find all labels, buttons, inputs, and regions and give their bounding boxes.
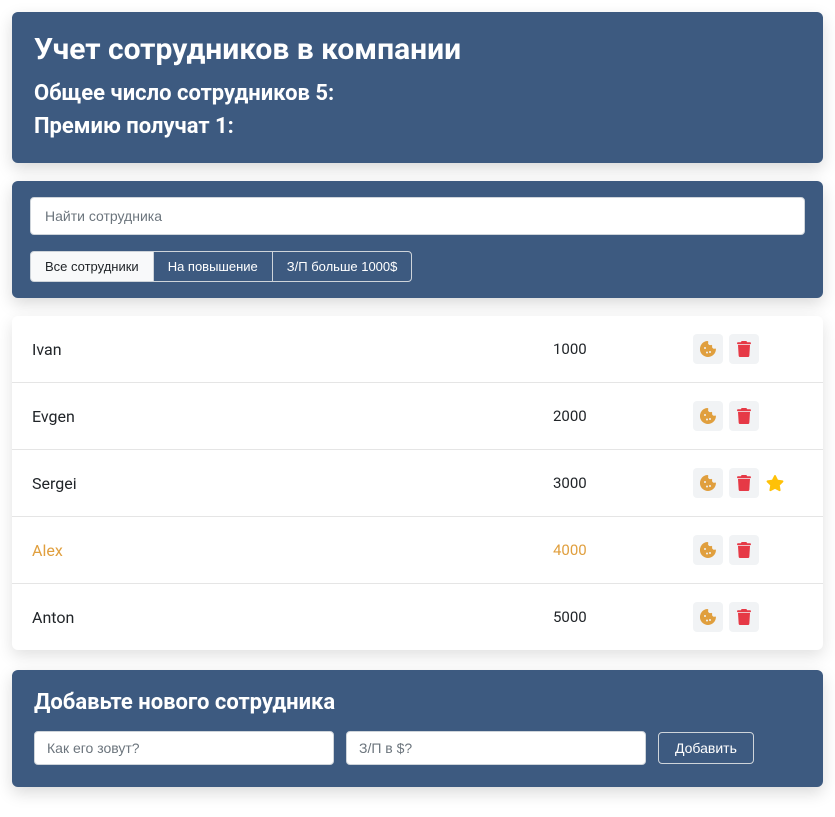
app-title: Учет сотрудников в компании bbox=[34, 32, 801, 67]
employee-actions bbox=[693, 334, 803, 364]
filter-button-1[interactable]: На повышение bbox=[153, 251, 273, 282]
add-employee-title: Добавьте нового сотрудника bbox=[34, 690, 801, 715]
rise-star bbox=[765, 473, 785, 493]
delete-button[interactable] bbox=[729, 334, 759, 364]
add-salary-input[interactable] bbox=[346, 731, 646, 765]
add-name-input[interactable] bbox=[34, 731, 334, 765]
search-input[interactable] bbox=[30, 197, 805, 235]
employee-row: Ivan1000 bbox=[12, 316, 823, 383]
increase-button[interactable] bbox=[693, 334, 723, 364]
employee-name[interactable]: Ivan bbox=[32, 340, 553, 359]
filter-button-2[interactable]: З/П больше 1000$ bbox=[272, 251, 413, 282]
employee-name[interactable]: Alex bbox=[32, 541, 553, 560]
star-icon bbox=[766, 474, 784, 492]
rise-star bbox=[765, 406, 785, 426]
filter-button-0[interactable]: Все сотрудники bbox=[30, 251, 154, 282]
delete-button[interactable] bbox=[729, 602, 759, 632]
trash-icon bbox=[736, 542, 752, 558]
increase-button[interactable] bbox=[693, 602, 723, 632]
employee-name[interactable]: Sergei bbox=[32, 474, 553, 493]
add-submit-button[interactable]: Добавить bbox=[658, 732, 754, 764]
search-panel: Все сотрудникиНа повышениеЗ/П больше 100… bbox=[12, 181, 823, 298]
delete-button[interactable] bbox=[729, 468, 759, 498]
trash-icon bbox=[736, 408, 752, 424]
cookie-icon bbox=[700, 341, 716, 357]
trash-icon bbox=[736, 341, 752, 357]
employee-row: Evgen2000 bbox=[12, 383, 823, 450]
cookie-icon bbox=[700, 475, 716, 491]
filter-button-group: Все сотрудникиНа повышениеЗ/П больше 100… bbox=[30, 251, 412, 282]
employee-salary[interactable]: 4000 bbox=[553, 541, 693, 559]
employee-salary[interactable]: 1000 bbox=[553, 340, 693, 358]
total-employees-label: Общее число сотрудников 5: bbox=[34, 77, 801, 110]
employee-actions bbox=[693, 535, 803, 565]
employee-name[interactable]: Anton bbox=[32, 608, 553, 627]
increase-button[interactable] bbox=[693, 468, 723, 498]
employee-name[interactable]: Evgen bbox=[32, 407, 553, 426]
employee-actions bbox=[693, 401, 803, 431]
increase-button[interactable] bbox=[693, 401, 723, 431]
rise-star bbox=[765, 540, 785, 560]
rise-star bbox=[765, 607, 785, 627]
employee-row: Anton5000 bbox=[12, 584, 823, 650]
header-panel: Учет сотрудников в компании Общее число … bbox=[12, 12, 823, 163]
employee-list: Ivan1000Evgen2000Sergei3000Alex4000Anton… bbox=[12, 316, 823, 650]
employee-row: Alex4000 bbox=[12, 517, 823, 584]
trash-icon bbox=[736, 475, 752, 491]
cookie-icon bbox=[700, 408, 716, 424]
delete-button[interactable] bbox=[729, 401, 759, 431]
employee-salary[interactable]: 3000 bbox=[553, 474, 693, 492]
bonus-employees-label: Премию получат 1: bbox=[34, 110, 801, 143]
add-employee-panel: Добавьте нового сотрудника Добавить bbox=[12, 670, 823, 787]
delete-button[interactable] bbox=[729, 535, 759, 565]
employee-actions bbox=[693, 468, 803, 498]
employee-actions bbox=[693, 602, 803, 632]
trash-icon bbox=[736, 609, 752, 625]
increase-button[interactable] bbox=[693, 535, 723, 565]
employee-row: Sergei3000 bbox=[12, 450, 823, 517]
add-employee-form: Добавить bbox=[34, 731, 801, 765]
employee-salary[interactable]: 5000 bbox=[553, 608, 693, 626]
employee-salary[interactable]: 2000 bbox=[553, 407, 693, 425]
cookie-icon bbox=[700, 542, 716, 558]
cookie-icon bbox=[700, 609, 716, 625]
rise-star bbox=[765, 339, 785, 359]
